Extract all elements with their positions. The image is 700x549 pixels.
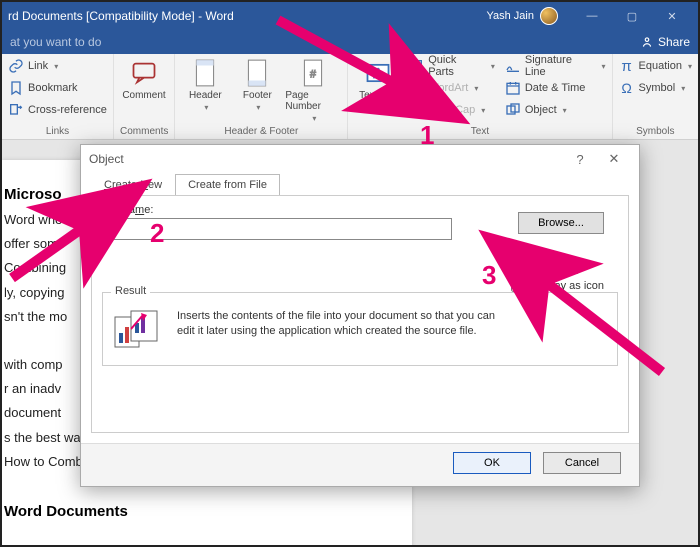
display-as-icon-checkbox[interactable]: Display as icon <box>511 279 604 292</box>
dropcap-button[interactable]: A Drop Cap▾ <box>408 100 495 120</box>
crossref-button[interactable]: Cross-reference <box>8 100 107 120</box>
quickparts-button[interactable]: Quick Parts▾ <box>408 56 495 76</box>
result-legend: Result <box>111 285 150 297</box>
wordart-icon: A <box>408 80 424 96</box>
textbox-button[interactable]: A Text Box▾ <box>354 56 402 112</box>
avatar <box>540 7 558 25</box>
tab-create-new[interactable]: CCreate Newreate New <box>91 174 175 196</box>
group-label: Links <box>8 125 107 139</box>
comment-icon <box>129 58 159 88</box>
share-label: Share <box>658 35 690 49</box>
wordart-button[interactable]: A WordArt▾ <box>408 78 495 98</box>
file-name-input[interactable] <box>102 218 452 240</box>
result-icon <box>113 309 163 351</box>
browse-button[interactable]: Browse... <box>518 212 604 234</box>
tellme-text[interactable]: at you want to do <box>10 35 101 49</box>
svg-text:A: A <box>409 81 418 95</box>
group-links: Link▾ Bookmark Cross-reference Links <box>2 54 114 139</box>
pagenumber-button[interactable]: # Page Number▾ <box>285 56 341 123</box>
object-button[interactable]: Object▾ <box>505 100 606 120</box>
user-area[interactable]: Yash Jain <box>487 7 559 25</box>
equation-icon: π <box>619 58 635 74</box>
datetime-button[interactable]: Date & Time <box>505 78 606 98</box>
header-icon <box>190 58 220 88</box>
signatureline-button[interactable]: Signature Line▾ <box>505 56 606 76</box>
link-to-file-checkbox[interactable]: Link to file <box>511 264 604 277</box>
pagenumber-icon: # <box>298 58 328 88</box>
crossref-icon <box>8 102 24 118</box>
symbol-button[interactable]: Ω Symbol▾ <box>619 78 692 98</box>
object-icon <box>505 102 521 118</box>
bookmark-icon <box>8 80 24 96</box>
close-button[interactable]: ✕ <box>652 4 692 28</box>
footer-button[interactable]: Footer▾ <box>233 56 281 112</box>
bookmark-button[interactable]: Bookmark <box>8 78 107 98</box>
symbol-icon: Ω <box>619 80 635 96</box>
heading: Word Documents <box>4 503 392 520</box>
group-label: Header & Footer <box>181 125 341 139</box>
dialog-title: Object <box>89 152 124 166</box>
link-button[interactable]: Link▾ <box>8 56 107 76</box>
tab-create-from-file[interactable]: Create from File <box>175 174 280 196</box>
share-icon <box>640 35 654 49</box>
header-button[interactable]: Header▾ <box>181 56 229 112</box>
equation-button[interactable]: π Equation▾ <box>619 56 692 76</box>
group-label: Symbols <box>619 125 692 139</box>
dialog-titlebar: Object ? ✕ <box>81 145 639 173</box>
group-headerfooter: Header▾ Footer▾ # Page Number▾ Header & … <box>175 54 348 139</box>
ok-button[interactable]: OK <box>453 452 531 474</box>
group-comments: Comment Comments <box>114 54 175 139</box>
dialog-tabs: CCreate Newreate New Create from File <box>81 173 639 195</box>
object-dialog: Object ? ✕ CCreate Newreate New Create f… <box>80 144 640 487</box>
link-icon <box>8 58 24 74</box>
maximize-button[interactable]: ▢ <box>612 4 652 28</box>
group-text: A Text Box▾ Quick Parts▾ A WordArt▾ A Dr… <box>348 54 612 139</box>
result-box: Result Inserts the contents of the file … <box>102 292 618 366</box>
cancel-button[interactable]: Cancel <box>543 452 621 474</box>
textbox-icon: A <box>363 58 393 88</box>
dropcap-icon: A <box>408 102 424 118</box>
dialog-close-button[interactable]: ✕ <box>597 151 631 167</box>
svg-text:A: A <box>374 68 382 81</box>
share-button[interactable]: Share <box>640 35 690 49</box>
dialog-buttons: OK Cancel <box>81 443 639 486</box>
dialog-help-button[interactable]: ? <box>563 152 597 167</box>
group-label: Comments <box>120 125 168 139</box>
group-symbols: π Equation▾ Ω Symbol▾ Symbols <box>613 54 698 139</box>
footer-icon <box>242 58 272 88</box>
quickparts-icon <box>408 58 424 74</box>
svg-text:A: A <box>410 103 419 118</box>
ribbon: Link▾ Bookmark Cross-reference Links Com… <box>2 54 698 140</box>
comment-button[interactable]: Comment <box>120 56 168 101</box>
signature-icon <box>505 58 521 74</box>
window-title: rd Documents [Compatibility Mode] - Word <box>8 9 234 23</box>
datetime-icon <box>505 80 521 96</box>
svg-text:#: # <box>310 68 316 80</box>
titlebar: rd Documents [Compatibility Mode] - Word… <box>2 2 698 30</box>
group-label: Text <box>354 125 605 139</box>
user-name: Yash Jain <box>487 10 535 22</box>
result-text: Inserts the contents of the file into yo… <box>177 309 507 339</box>
minimize-button[interactable]: — <box>572 4 612 28</box>
dialog-panel: File name: *.* Browse... Link to file Di… <box>91 195 629 433</box>
tellme-bar: at you want to do Share <box>2 30 698 54</box>
